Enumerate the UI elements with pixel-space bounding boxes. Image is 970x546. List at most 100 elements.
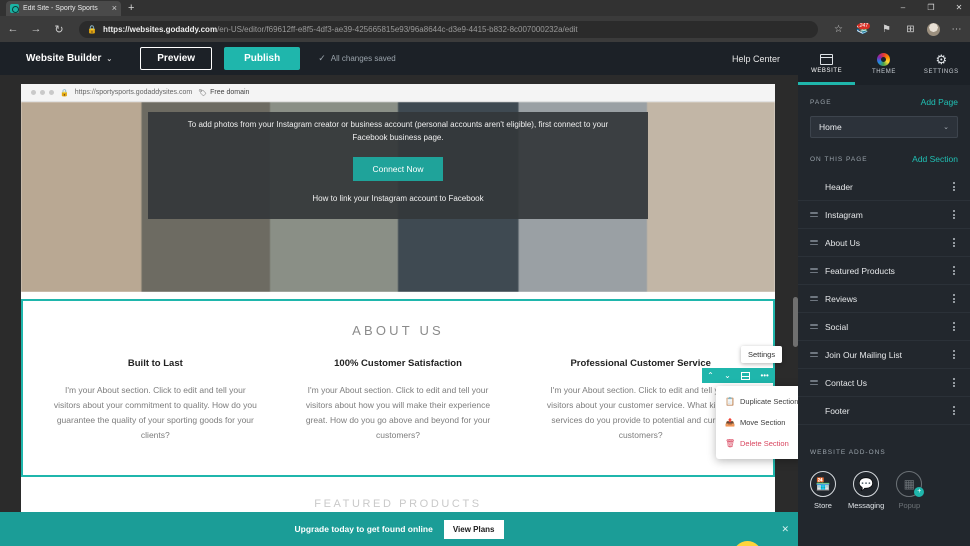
drag-handle-icon[interactable] — [810, 380, 818, 385]
url-path: /en-US/editor/f69612ff-e8f5-4df3-ae39-42… — [217, 24, 578, 34]
window-dots-icon — [31, 90, 54, 95]
site-lock-icon: 🔒 — [60, 89, 69, 97]
canvas-scrollbar[interactable] — [793, 297, 798, 347]
website-builder-menu[interactable]: Website Builder ⌄ — [26, 53, 112, 64]
kebab-menu-icon[interactable] — [950, 403, 958, 418]
about-column-heading: 100% Customer Satisfaction — [334, 358, 462, 369]
delete-section-menu-item[interactable]: 🗑 Delete Section — [716, 433, 798, 454]
sidebar-item-label: Contact Us — [825, 377, 868, 388]
extension-icon-1[interactable]: ⚑ — [879, 24, 894, 35]
kebab-menu-icon[interactable] — [950, 179, 958, 194]
move-section-up-icon[interactable]: ⌃ — [707, 371, 714, 380]
sidebar-item-instagram[interactable]: Instagram — [798, 201, 970, 229]
window-controls: – ❐ ✕ — [896, 1, 966, 14]
about-column[interactable]: Built to Last I'm your About section. Cl… — [41, 358, 270, 443]
instagram-instructions: To add photos from your Instagram creato… — [187, 120, 609, 142]
tab-settings[interactable]: ⚙ SETTINGS — [913, 42, 970, 85]
drag-handle-icon[interactable] — [810, 268, 818, 273]
upgrade-banner: Upgrade today to get found online View P… — [0, 512, 798, 546]
maximize-icon[interactable]: ❐ — [924, 1, 938, 14]
addon-store[interactable]: 🏪 Store — [810, 471, 836, 510]
kebab-menu-icon[interactable] — [950, 207, 958, 222]
drag-handle-icon[interactable] — [810, 324, 818, 329]
section-more-icon[interactable]: ••• — [760, 371, 768, 380]
addon-popup[interactable]: ▦ + Popup — [896, 471, 925, 510]
tab-website[interactable]: WEBSITE — [798, 42, 856, 85]
browser-tab-title: Edit Site - Sporty Sports — [23, 5, 98, 12]
add-popup-icon[interactable]: + — [914, 487, 925, 497]
kebab-menu-icon[interactable] — [950, 319, 958, 334]
about-us-section[interactable]: ABOUT US Built to Last I'm your About se… — [21, 299, 775, 477]
drag-handle-icon[interactable] — [810, 296, 818, 301]
favorite-star-icon[interactable]: ☆ — [831, 24, 846, 35]
connect-now-button[interactable]: Connect Now — [353, 157, 443, 181]
kebab-menu-icon[interactable] — [950, 263, 958, 278]
settings-tooltip: Settings — [741, 346, 783, 363]
collections-badge: 247 — [857, 22, 870, 29]
extension-icon-2[interactable]: ⊞ — [903, 24, 918, 35]
drag-handle-icon[interactable] — [810, 352, 818, 357]
kebab-menu-icon[interactable] — [950, 375, 958, 390]
page-label: PAGE — [810, 98, 832, 106]
sidebar-item-social[interactable]: Social — [798, 313, 970, 341]
instagram-help-link[interactable]: How to link your Instagram account to Fa… — [178, 194, 618, 203]
close-icon[interactable]: ✕ — [781, 524, 789, 535]
duplicate-section-menu-item[interactable]: 📋 Duplicate Section — [716, 391, 798, 412]
tab-theme[interactable]: THEME — [855, 42, 912, 85]
sidebar-item-header[interactable]: Header — [798, 173, 970, 201]
page-select[interactable]: Home ⌄ — [810, 116, 958, 138]
about-column-body: I'm your About section. Click to edit an… — [305, 385, 491, 440]
address-bar[interactable]: 🔒 https://websites.godaddy.com/en-US/edi… — [79, 20, 818, 38]
reload-icon[interactable]: ↻ — [52, 23, 66, 36]
browser-tab[interactable]: Edit Site - Sporty Sports × — [6, 1, 121, 16]
layout-icon[interactable] — [741, 371, 751, 380]
sidebar-item-about-us[interactable]: About Us — [798, 229, 970, 257]
tag-icon: 🏷 — [198, 89, 208, 97]
new-tab-button[interactable]: + — [128, 2, 134, 14]
profile-avatar[interactable] — [927, 22, 940, 36]
view-plans-button[interactable]: View Plans — [443, 519, 504, 539]
delete-section-label: Delete Section — [740, 439, 789, 448]
page-row: PAGE Add Page — [798, 97, 970, 107]
forward-icon[interactable]: → — [29, 23, 43, 35]
panel-tabs: WEBSITE THEME ⚙ SETTINGS — [798, 42, 970, 85]
browser-more-icon[interactable]: ⋯ — [949, 24, 964, 35]
close-icon[interactable]: × — [112, 4, 117, 13]
sidebar-item-contact-us[interactable]: Contact Us — [798, 369, 970, 397]
addon-messaging[interactable]: 💬 Messaging — [848, 471, 884, 510]
application-window: Edit Site - Sporty Sports × + – ❐ ✕ ← → … — [0, 0, 970, 546]
free-domain-badge[interactable]: 🏷 Free domain — [198, 89, 249, 97]
page-select-value: Home — [819, 122, 842, 132]
editor-canvas: 🔒 https://sportysports.godaddysites.com … — [0, 75, 798, 546]
section-list: Header Instagram About Us Featured Produ… — [798, 173, 970, 425]
sidebar-item-join-our-mailing-list[interactable]: Join Our Mailing List — [798, 341, 970, 369]
instagram-connect-overlay: To add photos from your Instagram creato… — [148, 112, 648, 219]
about-column[interactable]: 100% Customer Satisfaction I'm your Abou… — [284, 358, 513, 443]
drag-handle-icon[interactable] — [810, 240, 818, 245]
sidebar-item-label: About Us — [825, 237, 860, 248]
website-addons-row: 🏪 Store 💬 Messaging ▦ + Popup — [810, 471, 958, 510]
collections-icon[interactable]: 📚 247 — [855, 22, 870, 35]
sidebar-item-featured-products[interactable]: Featured Products — [798, 257, 970, 285]
close-window-icon[interactable]: ✕ — [952, 1, 966, 14]
publish-button[interactable]: Publish — [224, 47, 301, 70]
help-center-link[interactable]: Help Center — [732, 54, 780, 64]
minimize-icon[interactable]: – — [896, 1, 910, 14]
editor-appbar: Website Builder ⌄ Preview Publish ✓ All … — [0, 42, 798, 75]
add-page-link[interactable]: Add Page — [921, 97, 958, 107]
kebab-menu-icon[interactable] — [950, 235, 958, 250]
addon-popup-label: Popup — [898, 501, 921, 510]
move-section-down-icon[interactable]: ⌄ — [724, 371, 731, 380]
drag-handle-icon[interactable] — [810, 212, 818, 217]
sidebar-item-reviews[interactable]: Reviews — [798, 285, 970, 313]
sidebar-item-footer[interactable]: Footer — [798, 397, 970, 425]
preview-button[interactable]: Preview — [140, 47, 213, 70]
back-icon[interactable]: ← — [6, 23, 20, 35]
instagram-section[interactable]: To add photos from your Instagram creato… — [21, 102, 775, 292]
move-section-menu-item[interactable]: 📤 Move Section — [716, 412, 798, 433]
kebab-menu-icon[interactable] — [950, 347, 958, 362]
about-column-body: I'm your About section. Click to edit an… — [53, 385, 257, 440]
kebab-menu-icon[interactable] — [950, 291, 958, 306]
add-section-link[interactable]: Add Section — [912, 154, 958, 164]
about-us-columns: Built to Last I'm your About section. Cl… — [23, 358, 773, 443]
